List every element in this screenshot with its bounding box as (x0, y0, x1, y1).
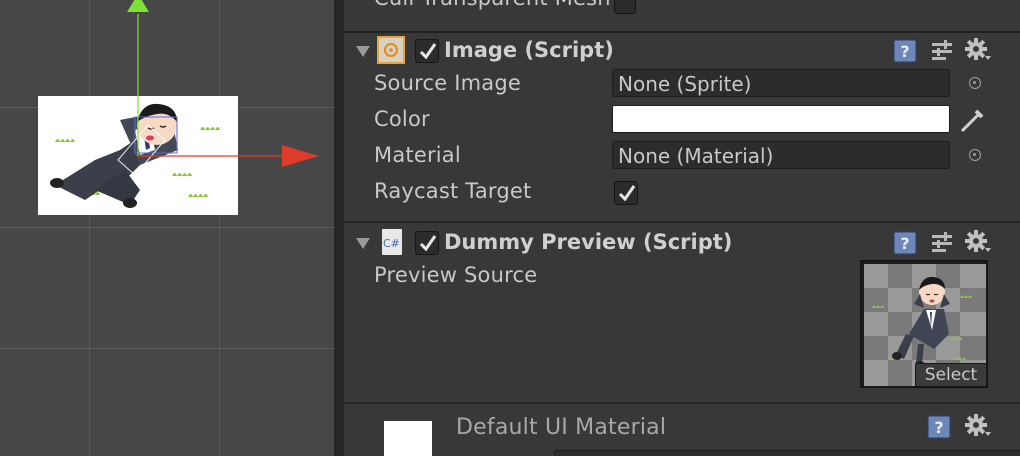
gear-icon[interactable] (963, 412, 993, 440)
color-label: Color (374, 107, 430, 131)
component-separator (344, 402, 1020, 404)
script-icon: C# (382, 229, 402, 255)
select-button[interactable]: Select (915, 363, 987, 387)
script-icon-text: C# (383, 237, 400, 250)
dummy-preview-component-title[interactable]: Dummy Preview (Script) (444, 230, 732, 254)
gizmo-x-arrow (282, 145, 319, 167)
object-picker-icon[interactable] (969, 149, 981, 161)
cull-transparent-mesh-checkbox[interactable] (614, 0, 636, 14)
material-label: Material (374, 143, 461, 167)
component-separator (344, 221, 1020, 223)
help-icon[interactable]: ? (926, 414, 952, 440)
raycast-target-checkbox[interactable] (614, 181, 638, 205)
image-enabled-checkbox[interactable] (415, 39, 439, 63)
image-component-title[interactable]: Image (Script) (444, 38, 614, 62)
svg-text:?: ? (900, 42, 909, 61)
preview-source-label: Preview Source (374, 263, 538, 287)
object-picker-icon[interactable] (969, 77, 981, 89)
help-icon[interactable]: ? (892, 38, 918, 64)
image-component-icon (377, 36, 405, 64)
presets-icon[interactable] (929, 38, 955, 64)
eyedropper-icon[interactable] (958, 106, 986, 134)
preview-source-thumbnail[interactable]: Select (860, 260, 988, 388)
svg-text:?: ? (900, 234, 909, 253)
gizmo-y-arrow (127, 0, 149, 12)
scene-objects (38, 0, 319, 215)
help-icon[interactable]: ? (892, 230, 918, 256)
panel-splitter[interactable] (334, 0, 344, 456)
gear-icon[interactable] (963, 36, 993, 64)
material-preview-swatch (384, 421, 432, 456)
raycast-target-label: Raycast Target (374, 179, 532, 203)
cull-transparent-mesh-label: Cull Transparent Mesh (374, 0, 611, 10)
foldout-arrow-icon[interactable] (356, 46, 370, 57)
svg-text:?: ? (934, 418, 943, 437)
material-field[interactable]: None (Material) (612, 141, 950, 169)
shader-dropdown[interactable] (554, 450, 1020, 456)
inspector-panel: Cull Transparent Mesh Image (Script) ? (344, 0, 1020, 456)
scene-view[interactable] (0, 0, 334, 456)
source-image-label: Source Image (374, 71, 521, 95)
gear-icon[interactable] (963, 228, 993, 256)
source-image-field[interactable]: None (Sprite) (612, 69, 950, 97)
presets-icon[interactable] (929, 230, 955, 256)
material-title: Default UI Material (456, 415, 667, 440)
foldout-arrow-icon[interactable] (356, 238, 370, 249)
dummy-preview-enabled-checkbox[interactable] (415, 231, 439, 255)
color-swatch-field[interactable] (612, 105, 950, 133)
component-separator (344, 31, 1020, 33)
